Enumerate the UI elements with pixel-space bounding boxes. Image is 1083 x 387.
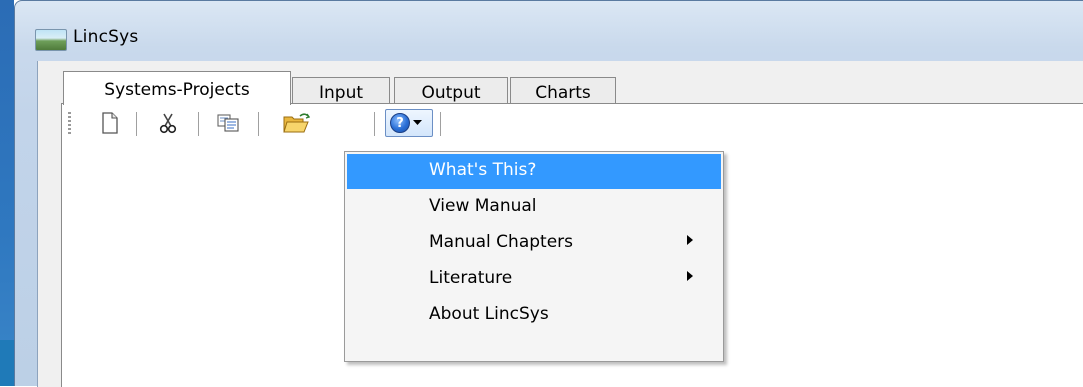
tab-input[interactable]: Input xyxy=(292,77,390,105)
tab-charts[interactable]: Charts xyxy=(510,77,616,105)
open-folder-button[interactable] xyxy=(280,110,314,136)
menu-item-label: View Manual xyxy=(429,196,537,216)
menu-item-label: About LincSys xyxy=(429,304,549,324)
menu-item-manual-chapters[interactable]: Manual Chapters xyxy=(347,226,721,261)
app-logo-icon[interactable] xyxy=(35,29,67,51)
submenu-arrow-icon xyxy=(687,271,693,281)
folder-open-icon xyxy=(283,113,311,133)
help-circle-icon: ? xyxy=(390,113,410,133)
cut-button[interactable] xyxy=(154,110,182,136)
tab-label: Output xyxy=(421,83,481,103)
menu-item-label: Literature xyxy=(429,268,513,288)
document-icon xyxy=(102,112,118,134)
menu-item-label: Manual Chapters xyxy=(429,232,574,252)
submenu-arrow-icon xyxy=(687,235,693,245)
toolbar-separator xyxy=(440,112,441,136)
toolbar-separator xyxy=(258,112,259,136)
new-document-button[interactable] xyxy=(96,110,124,136)
copy-icon xyxy=(217,114,239,132)
menu-item-view-manual[interactable]: View Manual xyxy=(347,190,721,225)
copy-button[interactable] xyxy=(214,110,242,136)
toolbar-grip[interactable] xyxy=(68,112,71,134)
help-dropdown-button[interactable]: ? xyxy=(385,109,433,137)
chevron-down-icon xyxy=(413,120,422,125)
tab-systems-projects[interactable]: Systems-Projects xyxy=(63,71,291,105)
toolbar-separator xyxy=(374,112,375,136)
tab-label: Input xyxy=(318,83,364,103)
scissors-icon xyxy=(159,113,177,134)
taskbar-edge xyxy=(0,340,14,386)
tab-label: Charts xyxy=(535,83,591,103)
menu-item-literature[interactable]: Literature xyxy=(347,262,721,297)
tab-label: Systems-Projects xyxy=(104,80,250,100)
toolbar-separator xyxy=(136,112,137,136)
window-title: LincSys xyxy=(73,27,139,47)
menu-item-about-lincsys[interactable]: About LincSys xyxy=(347,298,721,333)
menu-item-label: What's This? xyxy=(429,160,537,180)
help-menu: What's This? View Manual Manual Chapters… xyxy=(344,151,724,362)
toolbar: ? xyxy=(62,104,662,140)
toolbar-separator xyxy=(198,112,199,136)
menu-item-whats-this[interactable]: What's This? xyxy=(347,154,721,189)
desktop-edge xyxy=(0,0,14,386)
tab-output[interactable]: Output xyxy=(394,77,508,105)
